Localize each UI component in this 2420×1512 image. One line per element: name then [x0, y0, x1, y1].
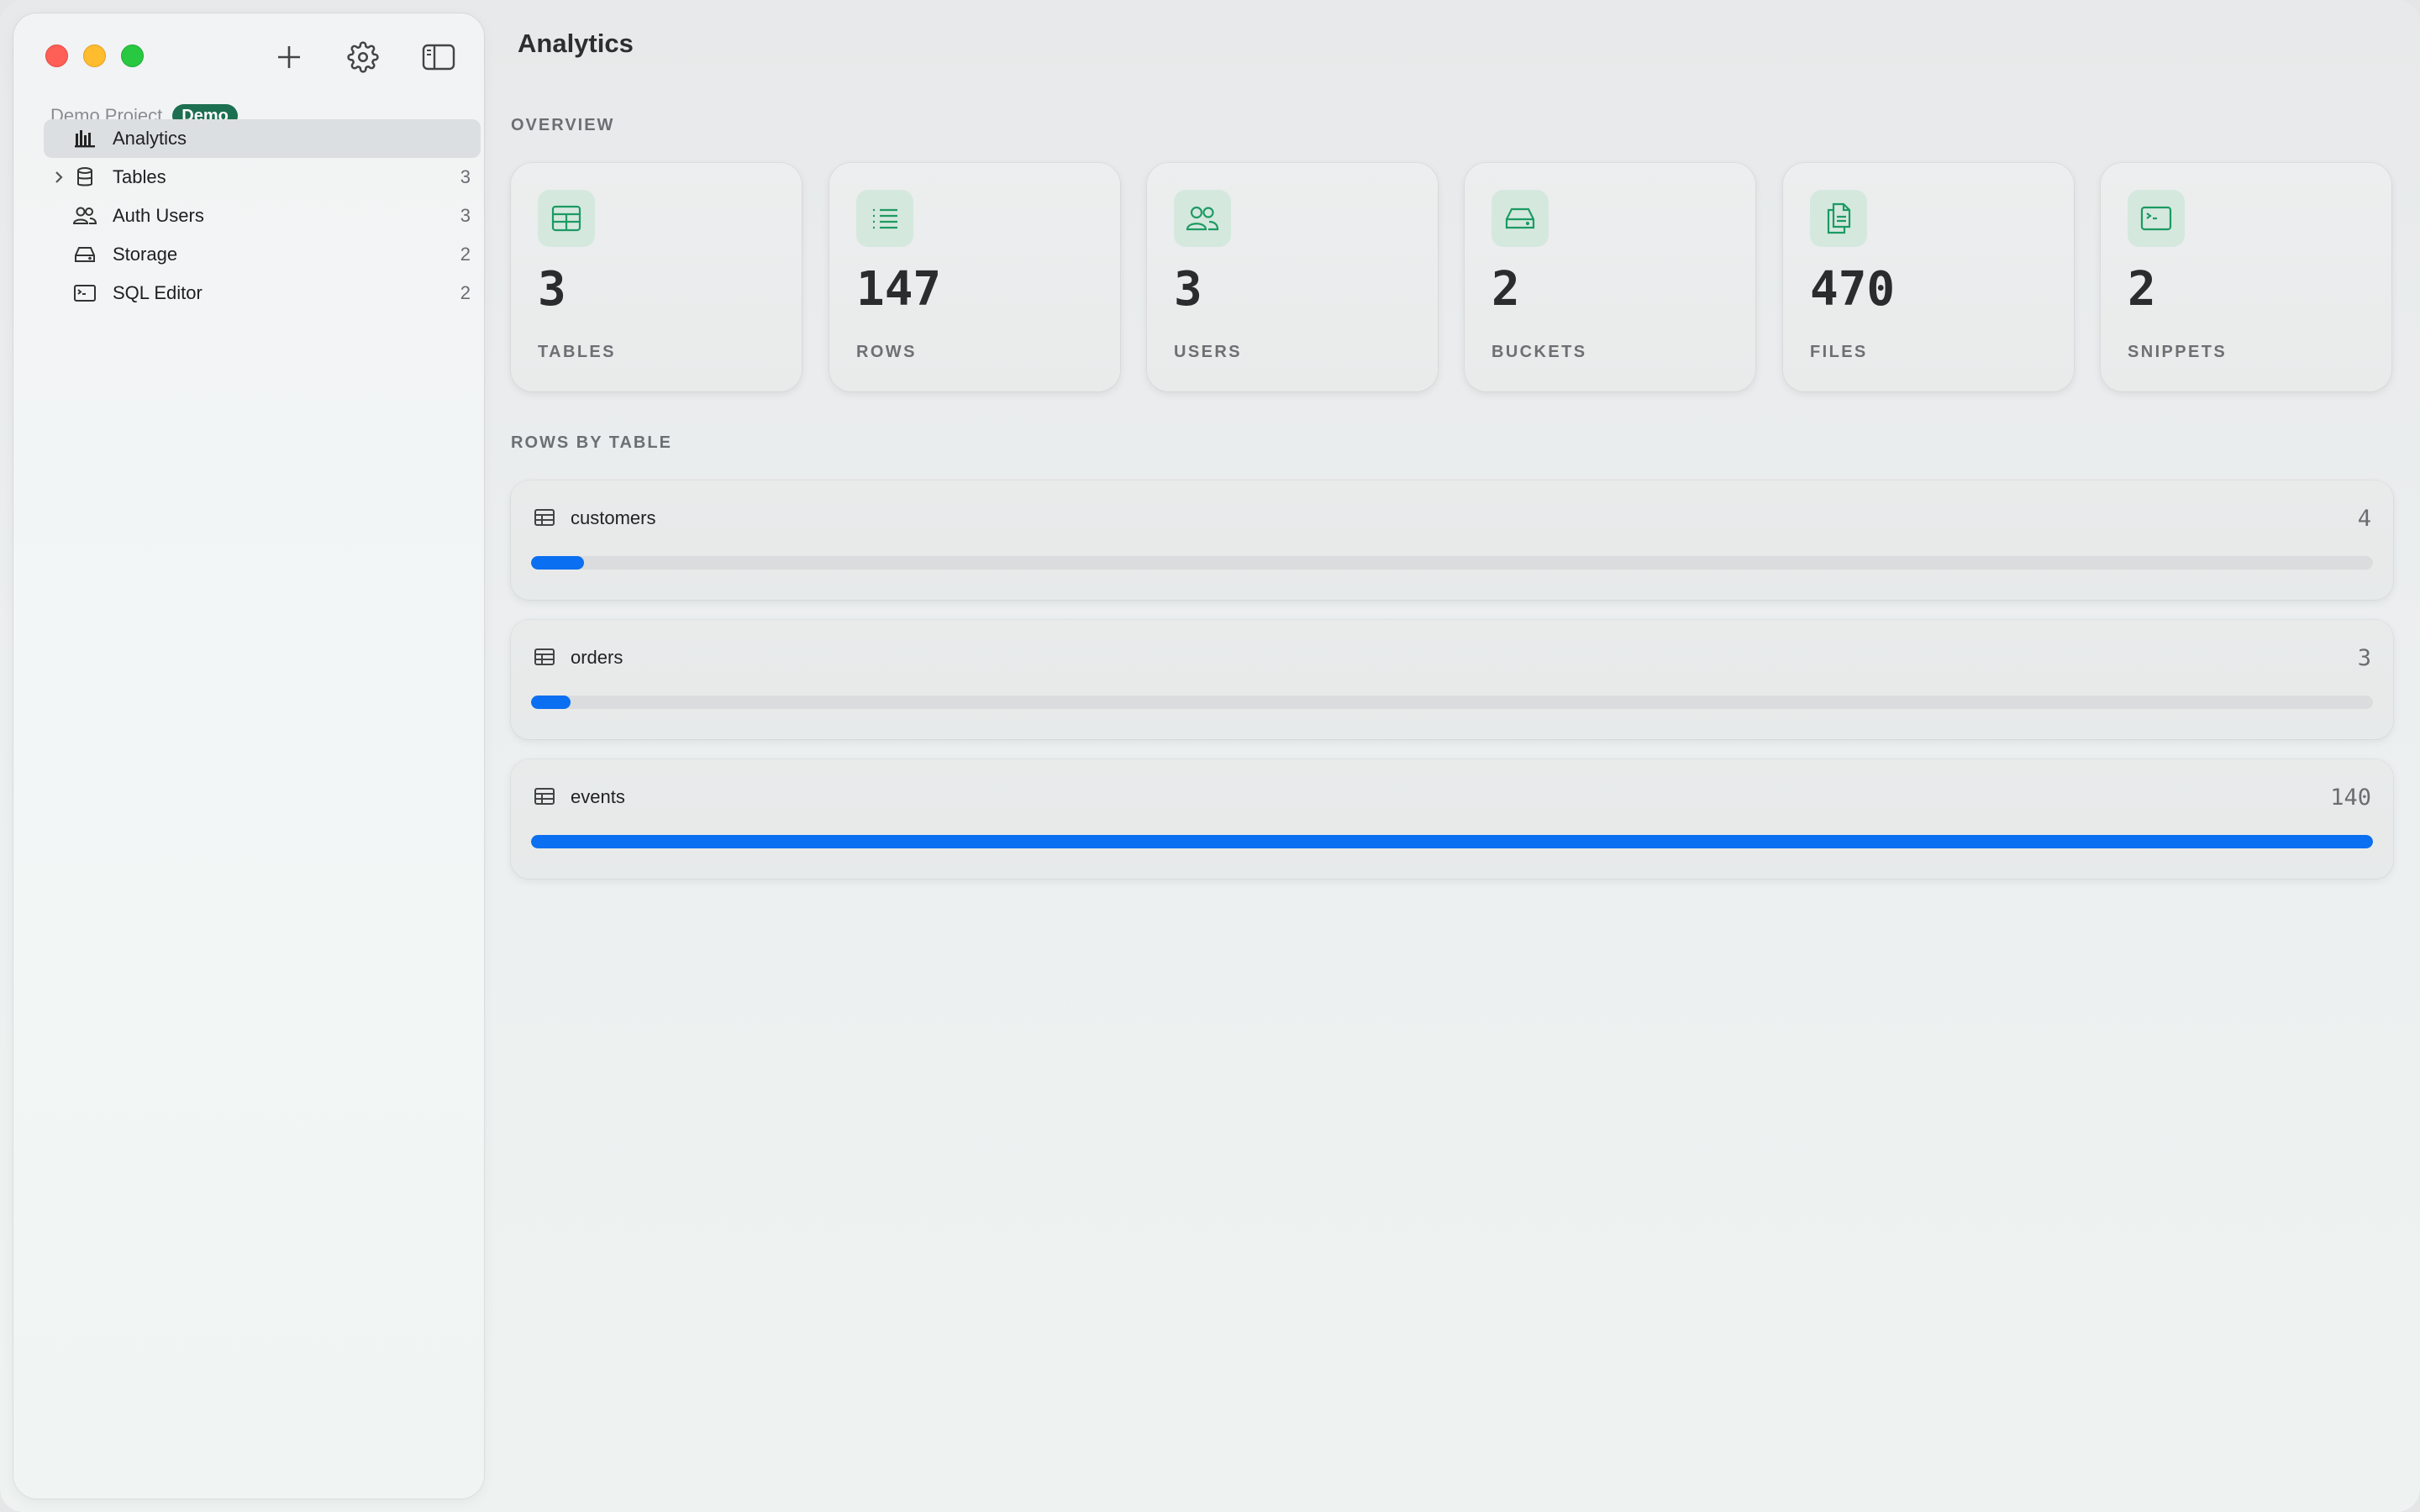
table-name: customers — [571, 507, 656, 528]
sidebar-item-sql-editor[interactable]: SQL Editor 2 — [44, 274, 481, 312]
stat-label: ROWS — [856, 343, 917, 361]
terminal-icon — [2128, 190, 2185, 247]
table-icon — [533, 645, 556, 669]
zoom-window-button[interactable] — [121, 45, 144, 67]
drive-icon — [72, 242, 97, 267]
stat-card-rows: 147 ROWS — [829, 163, 1120, 391]
database-icon — [72, 165, 97, 190]
app-window: Demo Project Demo Analytics Tables 3 Aut… — [0, 0, 2420, 1512]
sidebar-item-count: 3 — [460, 205, 471, 226]
sidebar-item-count: 2 — [460, 282, 471, 303]
sidebar-item-analytics[interactable]: Analytics — [44, 119, 481, 158]
sidebar-item-storage[interactable]: Storage 2 — [44, 235, 481, 274]
gear-icon[interactable] — [345, 39, 381, 76]
sidebar-item-label: SQL Editor — [113, 282, 203, 303]
table-icon — [538, 190, 595, 247]
progress-fill — [531, 696, 571, 709]
stat-value: 470 — [1810, 262, 1896, 317]
table-row-customers[interactable]: customers 4 — [511, 480, 2393, 600]
progress-fill — [531, 835, 2373, 848]
progress-track — [531, 696, 2373, 709]
sidebar-item-label: Tables — [113, 166, 166, 187]
stat-card-users: 3 USERS — [1147, 163, 1438, 391]
users-icon — [72, 203, 97, 228]
table-row-events[interactable]: events 140 — [511, 759, 2393, 879]
stat-card-tables: 3 TABLES — [511, 163, 802, 391]
sidebar-item-label: Auth Users — [113, 205, 204, 226]
sidebar-item-label: Analytics — [113, 128, 187, 149]
table-row-count: 3 — [2357, 645, 2371, 671]
stat-label: SNIPPETS — [2128, 343, 2228, 361]
stat-value: 3 — [1174, 262, 1202, 317]
table-name: events — [571, 786, 625, 807]
progress-track — [531, 556, 2373, 570]
progress-track — [531, 835, 2373, 848]
list-icon — [856, 190, 913, 247]
table-row-count: 140 — [2330, 785, 2371, 811]
stat-value: 147 — [856, 262, 942, 317]
close-window-button[interactable] — [45, 45, 68, 67]
files-icon — [1810, 190, 1867, 247]
sidebar-item-tables[interactable]: Tables 3 — [44, 158, 481, 197]
users-icon — [1174, 190, 1231, 247]
plus-icon[interactable] — [271, 39, 308, 76]
sidebar-item-auth-users[interactable]: Auth Users 3 — [44, 197, 481, 235]
table-name: orders — [571, 647, 623, 668]
sidebar-item-count: 3 — [460, 166, 471, 187]
bar-chart-icon — [72, 126, 97, 151]
minimize-window-button[interactable] — [83, 45, 106, 67]
stat-card-snippets: 2 SNIPPETS — [2101, 163, 2391, 391]
page-title: Analytics — [518, 29, 634, 58]
sidebar: Demo Project Demo Analytics Tables 3 Aut… — [13, 13, 484, 1499]
table-row-orders[interactable]: orders 3 — [511, 620, 2393, 739]
stat-card-buckets: 2 BUCKETS — [1465, 163, 1755, 391]
stat-value: 3 — [538, 262, 566, 317]
sidebar-toggle-icon[interactable] — [420, 39, 457, 76]
sidebar-item-count: 2 — [460, 244, 471, 265]
rows-by-table-section-label: ROWS BY TABLE — [511, 433, 672, 452]
stat-value: 2 — [2128, 262, 2156, 317]
drive-icon — [1491, 190, 1549, 247]
stat-card-files: 470 FILES — [1783, 163, 2074, 391]
progress-fill — [531, 556, 584, 570]
chevron-right-icon[interactable] — [50, 169, 67, 186]
sidebar-item-label: Storage — [113, 244, 178, 265]
stat-label: USERS — [1174, 343, 1242, 361]
overview-section-label: OVERVIEW — [511, 116, 615, 134]
table-row-count: 4 — [2357, 506, 2371, 532]
table-icon — [533, 506, 556, 529]
stat-label: FILES — [1810, 343, 1868, 361]
stat-label: TABLES — [538, 343, 616, 361]
stat-value: 2 — [1491, 262, 1520, 317]
table-icon — [533, 785, 556, 808]
stat-label: BUCKETS — [1491, 343, 1587, 361]
terminal-icon — [72, 281, 97, 306]
